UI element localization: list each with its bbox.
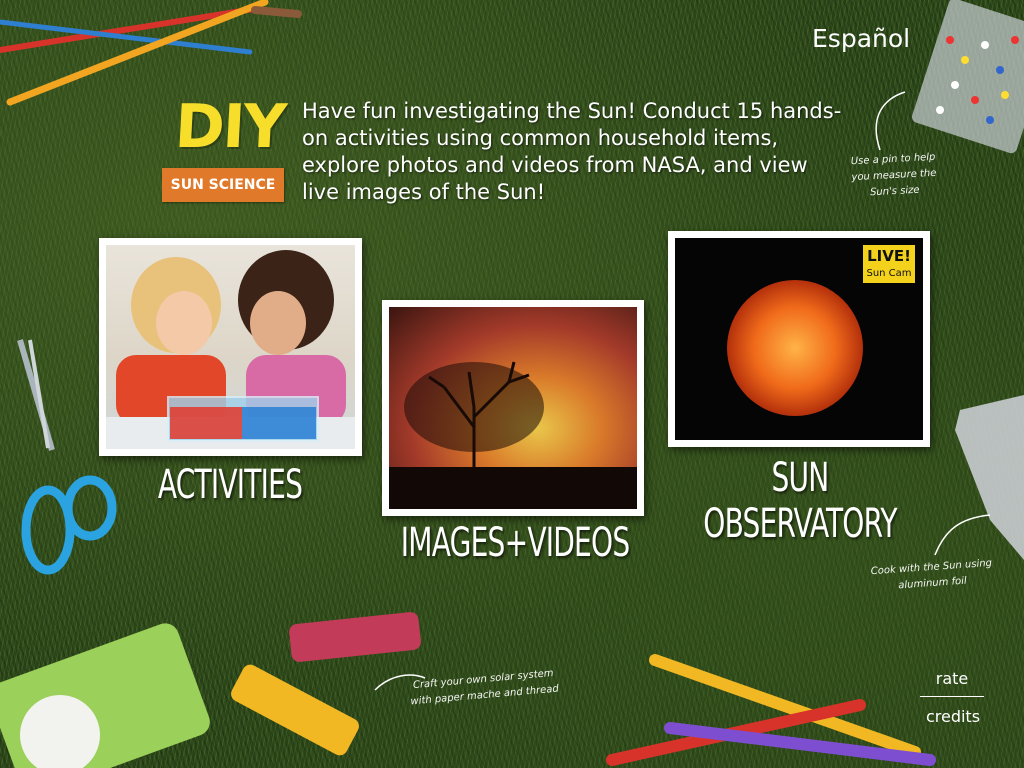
credits-link[interactable]: credits: [918, 707, 988, 726]
intro-text: Have fun investigating the Sun! Conduct …: [302, 99, 842, 204]
foil-icon: [955, 395, 1024, 560]
activities-photo: [106, 245, 355, 449]
language-link[interactable]: Español: [812, 24, 910, 53]
images-videos-photo: [389, 307, 637, 509]
logo-title: DIY: [173, 92, 287, 162]
sun-observatory-card[interactable]: LIVE! Sun Cam: [668, 231, 930, 447]
live-badge-title: LIVE!: [867, 247, 911, 265]
rate-link[interactable]: rate: [922, 669, 982, 688]
sun-photo: LIVE! Sun Cam: [675, 238, 923, 440]
logo-subtitle: SUN SCIENCE: [162, 168, 284, 202]
activities-label[interactable]: ACTIVITIES: [144, 462, 316, 508]
hint-pin: Use a pin to help you measure the Sun's …: [850, 151, 937, 199]
images-videos-label[interactable]: IMAGES+VIDEOS: [401, 520, 630, 566]
live-badge: LIVE! Sun Cam: [863, 245, 915, 283]
tape-dispenser-icon: [0, 623, 210, 768]
footer-divider: [920, 696, 984, 697]
sun-observatory-label[interactable]: SUN OBSERVATORY: [675, 455, 925, 547]
hint-arrow-icon: [934, 514, 991, 556]
live-badge-subtitle: Sun Cam: [866, 268, 912, 279]
marker-icon: [606, 654, 936, 766]
pin-box-icon: [912, 0, 1024, 154]
images-videos-card[interactable]: [382, 300, 644, 516]
paintbrush-icon: [0, 0, 302, 106]
hint-arrow-icon: [875, 91, 906, 151]
activities-card[interactable]: [99, 238, 362, 456]
thread-spool-icon: [231, 612, 421, 756]
